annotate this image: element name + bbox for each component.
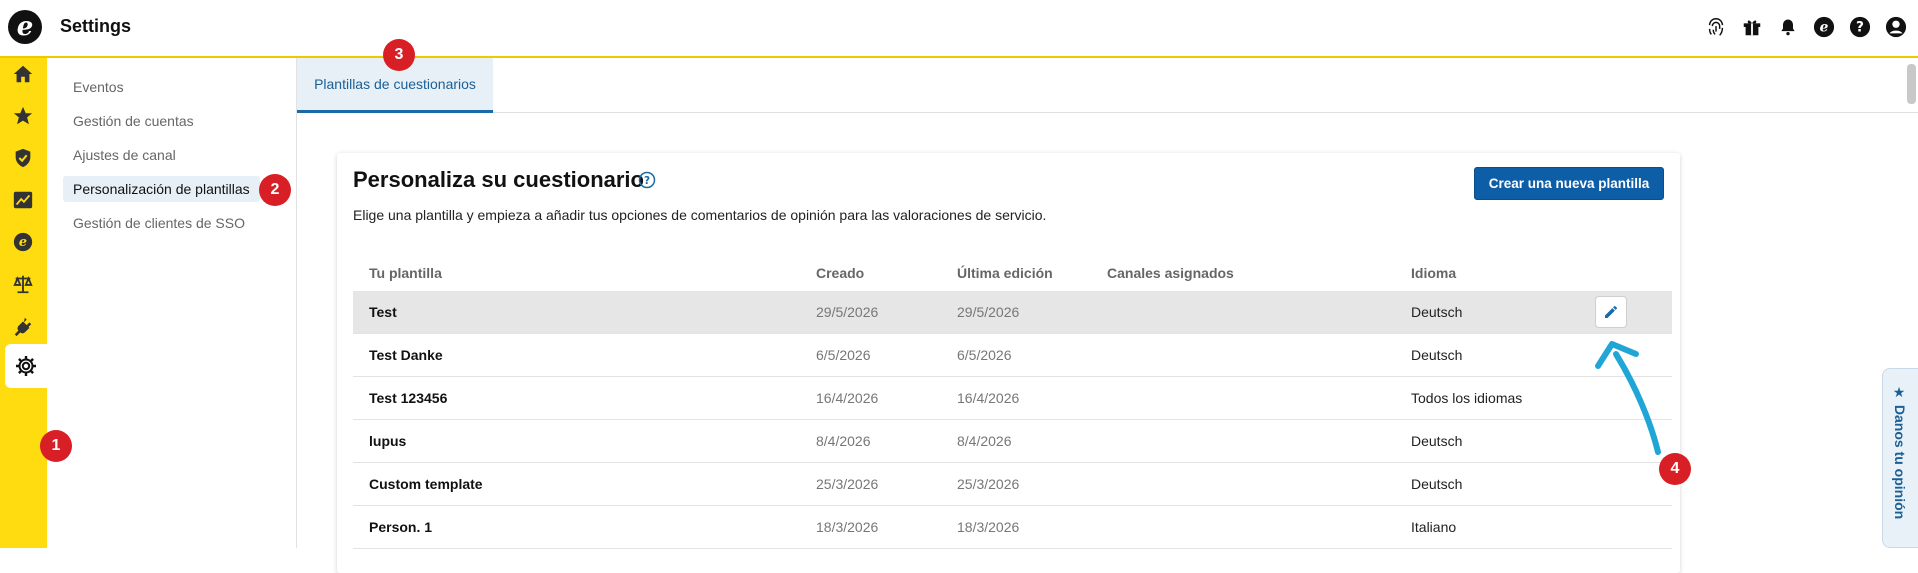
step-badge-2: 2 xyxy=(259,174,291,206)
cell-created: 16/4/2026 xyxy=(816,390,879,406)
feedback-tab[interactable]: ★ Danos tu opinión xyxy=(1882,368,1918,548)
annotation-arrow xyxy=(1595,341,1661,455)
main-nav-rail: e xyxy=(0,58,47,548)
col-header-name: Tu plantilla xyxy=(369,265,442,281)
scales-icon[interactable] xyxy=(9,270,37,298)
cell-name: Test 123456 xyxy=(369,390,448,406)
card-description: Elige una plantilla y empieza a añadir t… xyxy=(353,207,1047,223)
templates-card: Personaliza su cuestionario ? Elige una … xyxy=(337,153,1680,573)
col-header-channels: Canales asignados xyxy=(1107,265,1234,281)
settings-gear-nav[interactable] xyxy=(5,344,47,388)
top-bar: e Settings e ? xyxy=(0,0,1918,58)
tab-bar: Plantillas de cuestionarios xyxy=(297,58,1918,113)
plug-icon[interactable] xyxy=(9,312,37,340)
page-title: Settings xyxy=(60,16,132,36)
cell-language: Todos los idiomas xyxy=(1411,390,1523,406)
scrollbar-thumb[interactable] xyxy=(1907,64,1916,104)
svg-text:e: e xyxy=(1820,20,1829,36)
feedback-label: ★ Danos tu opinión xyxy=(1892,385,1908,520)
subnav-item-ajustes-canal[interactable]: Ajustes de canal xyxy=(63,142,186,168)
svg-text:?: ? xyxy=(1856,20,1864,36)
cell-language: Deutsch xyxy=(1411,433,1463,449)
subnav-item-gestion-sso[interactable]: Gestión de clientes de SSO xyxy=(63,210,255,236)
subnav-item-eventos[interactable]: Eventos xyxy=(63,74,134,100)
pencil-icon xyxy=(1605,305,1617,318)
cell-created: 6/5/2026 xyxy=(816,347,871,363)
trusted-shops-logo[interactable]: e xyxy=(8,10,42,44)
svg-text:?: ? xyxy=(644,175,650,187)
cell-name: Test xyxy=(369,304,397,320)
fingerprint-icon[interactable] xyxy=(1704,15,1728,39)
trusted-shops-icon[interactable]: e xyxy=(9,228,37,256)
step-badge-3: 3 xyxy=(383,39,415,71)
home-icon[interactable] xyxy=(9,60,37,88)
account-icon[interactable] xyxy=(1884,15,1908,39)
settings-subnav: Eventos Gestión de cuentas Ajustes de ca… xyxy=(47,58,297,548)
cell-language: Deutsch xyxy=(1411,347,1463,363)
cell-name: Custom template xyxy=(369,476,483,492)
cell-name: Person. 1 xyxy=(369,519,433,535)
bell-icon[interactable] xyxy=(1776,15,1800,39)
cell-edited: 18/3/2026 xyxy=(957,519,1020,535)
cell-created: 29/5/2026 xyxy=(816,304,879,320)
table-row[interactable]: Test 29/5/2026 29/5/2026 Deutsch xyxy=(353,291,1672,334)
card-title: Personaliza su cuestionario xyxy=(353,167,644,192)
trusted-shops-icon[interactable]: e xyxy=(1812,15,1836,39)
cell-language: Deutsch xyxy=(1411,304,1463,320)
gear-icon xyxy=(16,356,36,376)
star-icon[interactable] xyxy=(9,102,37,130)
chart-icon[interactable] xyxy=(9,186,37,214)
cell-edited: 16/4/2026 xyxy=(957,390,1020,406)
shield-check-icon[interactable] xyxy=(9,144,37,172)
cell-language: Italiano xyxy=(1411,519,1457,535)
table-row[interactable]: Person. 1 18/3/2026 18/3/2026 Italiano xyxy=(353,506,1672,549)
question-circle-icon[interactable]: ? xyxy=(638,171,656,189)
cell-edited: 8/4/2026 xyxy=(957,433,1012,449)
cell-edited: 6/5/2026 xyxy=(957,347,1012,363)
gift-icon[interactable] xyxy=(1740,15,1764,39)
cell-created: 18/3/2026 xyxy=(816,519,879,535)
table-row[interactable]: lupus 8/4/2026 8/4/2026 Deutsch xyxy=(353,420,1672,463)
cell-edited: 29/5/2026 xyxy=(957,304,1020,320)
cell-name: lupus xyxy=(369,433,407,449)
top-icon-group: e ? xyxy=(1704,15,1908,39)
cell-name: Test Danke xyxy=(369,347,443,363)
table-row[interactable]: Test Danke 6/5/2026 6/5/2026 Deutsch xyxy=(353,334,1672,377)
step-badge-1: 1 xyxy=(40,430,72,462)
cell-language: Deutsch xyxy=(1411,476,1463,492)
cell-created: 25/3/2026 xyxy=(816,476,879,492)
create-template-button[interactable]: Crear una nueva plantilla xyxy=(1474,167,1664,200)
table-row[interactable]: Custom template 25/3/2026 25/3/2026 Deut… xyxy=(353,463,1672,506)
subnav-item-personalizacion-plantillas[interactable]: Personalización de plantillas xyxy=(63,176,260,202)
help-icon[interactable]: ? xyxy=(1848,15,1872,39)
col-header-created: Creado xyxy=(816,265,865,281)
col-header-edited: Última edición xyxy=(957,265,1053,281)
table-row[interactable]: Test 123456 16/4/2026 16/4/2026 Todos lo… xyxy=(353,377,1672,420)
step-badge-4: 4 xyxy=(1659,453,1691,485)
cell-created: 8/4/2026 xyxy=(816,433,871,449)
edit-template-button[interactable] xyxy=(1595,296,1627,328)
col-header-language: Idioma xyxy=(1411,265,1457,281)
svg-text:e: e xyxy=(19,235,27,250)
cell-edited: 25/3/2026 xyxy=(957,476,1020,492)
subnav-item-gestion-cuentas[interactable]: Gestión de cuentas xyxy=(63,108,204,134)
